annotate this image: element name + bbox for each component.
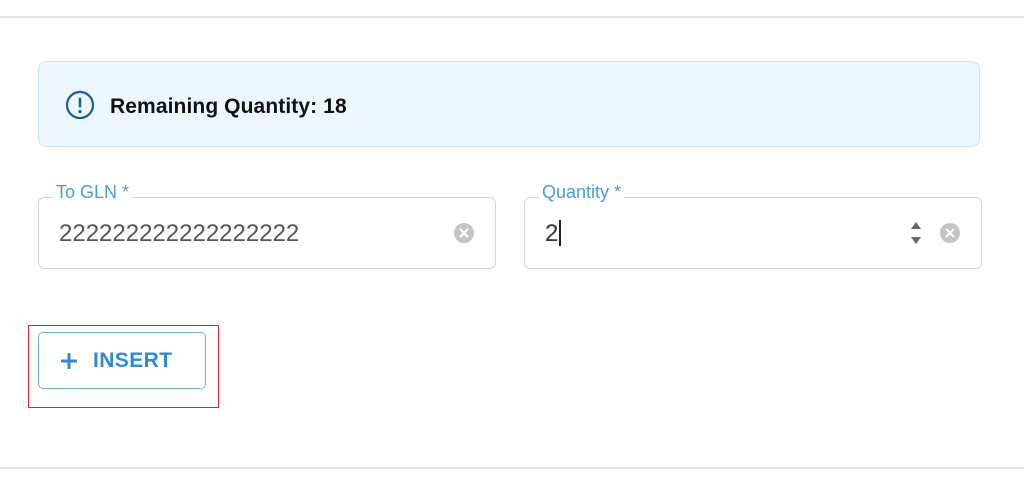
- info-icon: [65, 90, 95, 120]
- page: Remaining Quantity: 18 To GLN * 22222222…: [0, 0, 1024, 482]
- to-gln-field[interactable]: To GLN * 222222222222222222: [38, 182, 496, 269]
- clear-circle-icon[interactable]: [453, 222, 475, 244]
- insert-label: INSERT: [93, 348, 173, 372]
- quantity-label: Quantity *: [539, 182, 625, 202]
- insert-button[interactable]: INSERT: [38, 332, 206, 389]
- quantity-input[interactable]: 2: [545, 219, 561, 248]
- remaining-quantity-text: Remaining Quantity: 18: [110, 95, 347, 118]
- clear-circle-icon[interactable]: [939, 222, 961, 244]
- remaining-quantity-banner: Remaining Quantity: 18: [38, 61, 980, 147]
- top-divider: [0, 16, 1024, 18]
- plus-icon: [61, 352, 77, 369]
- to-gln-label: To GLN *: [53, 182, 133, 202]
- quantity-value: 2: [545, 220, 559, 247]
- to-gln-input[interactable]: 222222222222222222: [59, 220, 299, 248]
- quantity-field[interactable]: Quantity * 2: [524, 182, 982, 269]
- spinner-arrows-icon[interactable]: [909, 218, 923, 248]
- text-caret: [559, 219, 561, 246]
- bottom-divider: [0, 467, 1024, 469]
